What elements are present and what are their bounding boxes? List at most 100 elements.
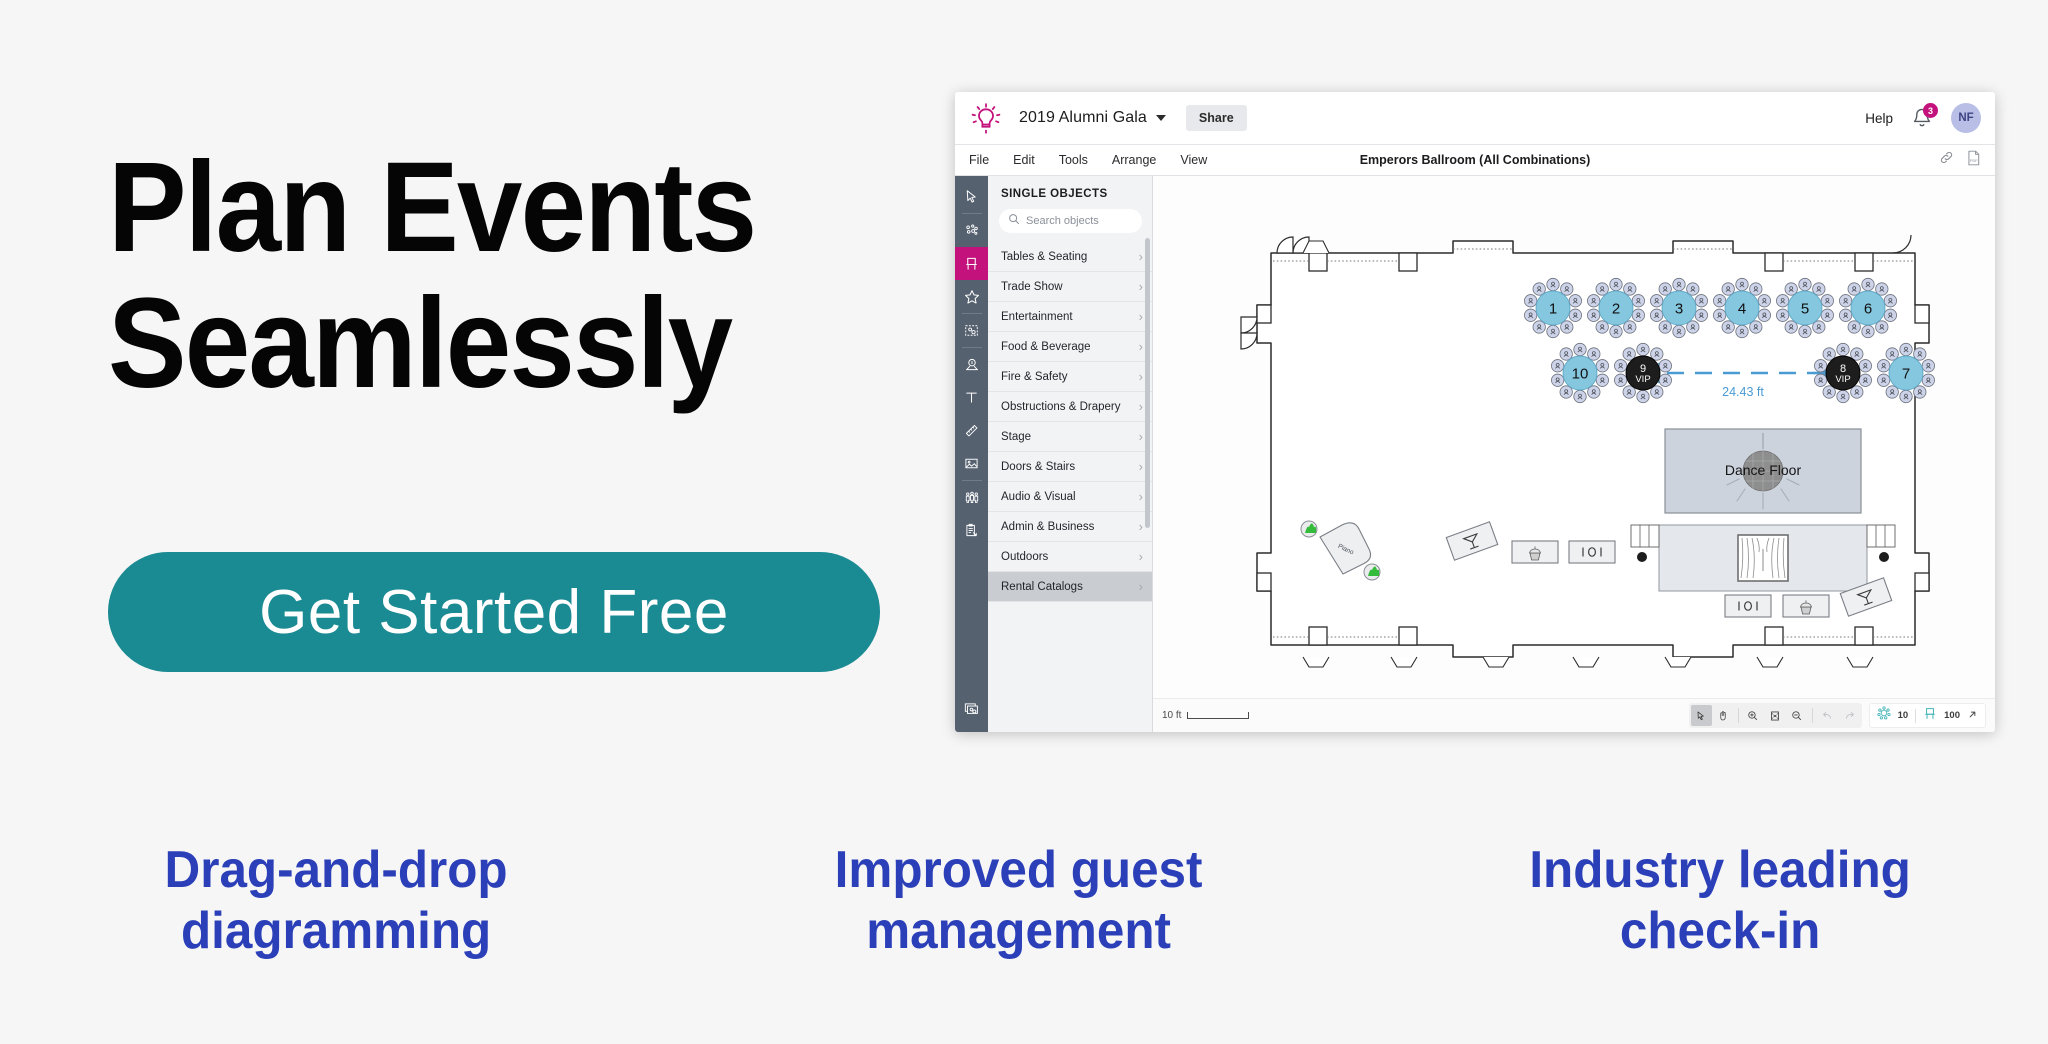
pdf-export-icon[interactable]: PDF bbox=[1967, 150, 1981, 171]
guests-tool[interactable] bbox=[955, 481, 988, 514]
stage-object[interactable] bbox=[1630, 524, 1896, 592]
chair-seat bbox=[1658, 320, 1672, 334]
favorites-tool[interactable] bbox=[955, 280, 988, 313]
chair-seat bbox=[1650, 347, 1664, 361]
menu-arrange[interactable]: Arrange bbox=[1112, 153, 1156, 167]
chair-seat bbox=[1631, 294, 1645, 308]
cake-table-right[interactable] bbox=[1782, 594, 1830, 618]
chair-seat bbox=[1560, 320, 1574, 334]
chair-seat bbox=[1814, 373, 1828, 387]
chevron-right-icon: › bbox=[1138, 579, 1143, 594]
category-entertainment[interactable]: Entertainment › bbox=[988, 302, 1152, 332]
category-outdoors[interactable]: Outdoors › bbox=[988, 542, 1152, 572]
undo-button[interactable] bbox=[1817, 705, 1838, 726]
pointer-tool[interactable] bbox=[1690, 705, 1712, 726]
search-wrapper bbox=[988, 209, 1152, 242]
image-tool[interactable] bbox=[955, 447, 988, 480]
search-input[interactable] bbox=[1026, 215, 1133, 227]
menu-tools[interactable]: Tools bbox=[1059, 153, 1088, 167]
chair-seat bbox=[1672, 324, 1686, 339]
chevron-down-icon[interactable] bbox=[1155, 115, 1166, 121]
location-tool[interactable]: 6 bbox=[955, 348, 988, 381]
chair-seat bbox=[1532, 282, 1546, 296]
chair-seat bbox=[1686, 282, 1700, 296]
zoom-in-button[interactable] bbox=[1743, 705, 1764, 726]
category-doors-stairs[interactable]: Doors & Stairs › bbox=[988, 452, 1152, 482]
reports-tool[interactable] bbox=[955, 514, 988, 547]
pan-tool[interactable] bbox=[1713, 705, 1734, 726]
chair-seat bbox=[1735, 324, 1749, 339]
objects-tool[interactable] bbox=[955, 214, 988, 247]
chair-seat bbox=[1875, 320, 1889, 334]
chair-seat bbox=[1749, 282, 1763, 296]
tables-seating-tool[interactable] bbox=[955, 247, 988, 280]
chevron-right-icon: › bbox=[1138, 369, 1143, 384]
topbar-right-group: Help 3 NF bbox=[1865, 103, 1981, 133]
buffet-table-left[interactable] bbox=[1568, 540, 1616, 564]
chair-seat bbox=[1524, 308, 1538, 322]
chair-seat bbox=[1885, 385, 1899, 399]
menu-view[interactable]: View bbox=[1180, 153, 1207, 167]
search-box[interactable] bbox=[999, 209, 1142, 233]
redo-button[interactable] bbox=[1839, 705, 1860, 726]
chair-seat bbox=[1614, 359, 1628, 373]
category-rental-catalogs[interactable]: Rental Catalogs › bbox=[988, 572, 1152, 602]
floorplan-svg: Dance Floor Piano 24.43 ft 1 2 3 4 5 610… bbox=[1240, 234, 1935, 668]
category-obstructions-drapery[interactable]: Obstructions & Drapery › bbox=[988, 392, 1152, 422]
menu-file[interactable]: File bbox=[969, 153, 989, 167]
chair-seat bbox=[1609, 324, 1623, 339]
templates-tool[interactable] bbox=[955, 314, 988, 347]
get-started-free-button[interactable]: Get Started Free bbox=[108, 552, 880, 672]
category-admin-business[interactable]: Admin & Business › bbox=[988, 512, 1152, 542]
chair-seat bbox=[1658, 282, 1672, 296]
chair-seat bbox=[1885, 347, 1899, 361]
curtain-icon bbox=[1737, 534, 1789, 582]
chair-seat bbox=[1623, 320, 1637, 334]
chair-seat bbox=[1839, 294, 1853, 308]
chevron-right-icon: › bbox=[1138, 429, 1143, 444]
avatar[interactable]: NF bbox=[1951, 103, 1981, 133]
category-trade-show[interactable]: Trade Show › bbox=[988, 272, 1152, 302]
category-label: Fire & Safety bbox=[1001, 370, 1068, 383]
category-audio-visual[interactable]: Audio & Visual › bbox=[988, 482, 1152, 512]
category-stage[interactable]: Stage › bbox=[988, 422, 1152, 452]
measurement-label: 24.43 ft bbox=[1722, 385, 1764, 399]
text-tool[interactable] bbox=[955, 381, 988, 414]
chair-seat bbox=[1713, 308, 1727, 322]
fit-to-screen-button[interactable] bbox=[1765, 705, 1786, 726]
dance-floor-object[interactable]: Dance Floor bbox=[1664, 428, 1862, 514]
buffet-table-right[interactable] bbox=[1724, 594, 1772, 618]
chair-seat bbox=[1861, 277, 1875, 292]
menu-edit[interactable]: Edit bbox=[1013, 153, 1035, 167]
expand-arrow-icon[interactable] bbox=[1967, 707, 1978, 725]
chair-seat bbox=[1636, 389, 1650, 404]
settings-tool[interactable] bbox=[955, 693, 988, 726]
select-tool[interactable] bbox=[955, 180, 988, 213]
category-food-beverage[interactable]: Food & Beverage › bbox=[988, 332, 1152, 362]
floorplan-canvas[interactable]: Dance Floor Piano 24.43 ft 1 2 3 4 5 6 1… bbox=[1153, 176, 1995, 732]
category-label: Admin & Business bbox=[1001, 520, 1095, 533]
share-button[interactable]: Share bbox=[1185, 105, 1247, 131]
chair-seat bbox=[1551, 373, 1565, 387]
lightbulb-logo-icon[interactable] bbox=[969, 101, 1003, 135]
chair-seat bbox=[1546, 324, 1560, 339]
chair-seat bbox=[1721, 282, 1735, 296]
cake-table-left[interactable] bbox=[1511, 540, 1559, 564]
chair-seat bbox=[1749, 320, 1763, 334]
measure-tool[interactable] bbox=[955, 414, 988, 447]
app-body: 6 SINGLE OBJECTS Search objects Tables &… bbox=[955, 176, 1995, 732]
help-link[interactable]: Help bbox=[1865, 111, 1893, 126]
chair-count: 100 bbox=[1944, 710, 1960, 721]
category-fire-safety[interactable]: Fire & Safety › bbox=[988, 362, 1152, 392]
chair-seat bbox=[1877, 373, 1891, 387]
chair-seat bbox=[1798, 324, 1812, 339]
link-icon[interactable] bbox=[1939, 150, 1954, 170]
notification-bell-icon[interactable]: 3 bbox=[1911, 103, 1938, 130]
panel-scrollbar[interactable] bbox=[1145, 238, 1150, 528]
zoom-out-button[interactable] bbox=[1787, 705, 1808, 726]
chair-seat bbox=[1587, 308, 1601, 322]
category-tables-seating[interactable]: Tables & Seating › bbox=[988, 242, 1152, 272]
chair-seat bbox=[1822, 347, 1836, 361]
svg-text:PDF: PDF bbox=[1970, 158, 1978, 162]
chair-seat bbox=[1757, 294, 1771, 308]
